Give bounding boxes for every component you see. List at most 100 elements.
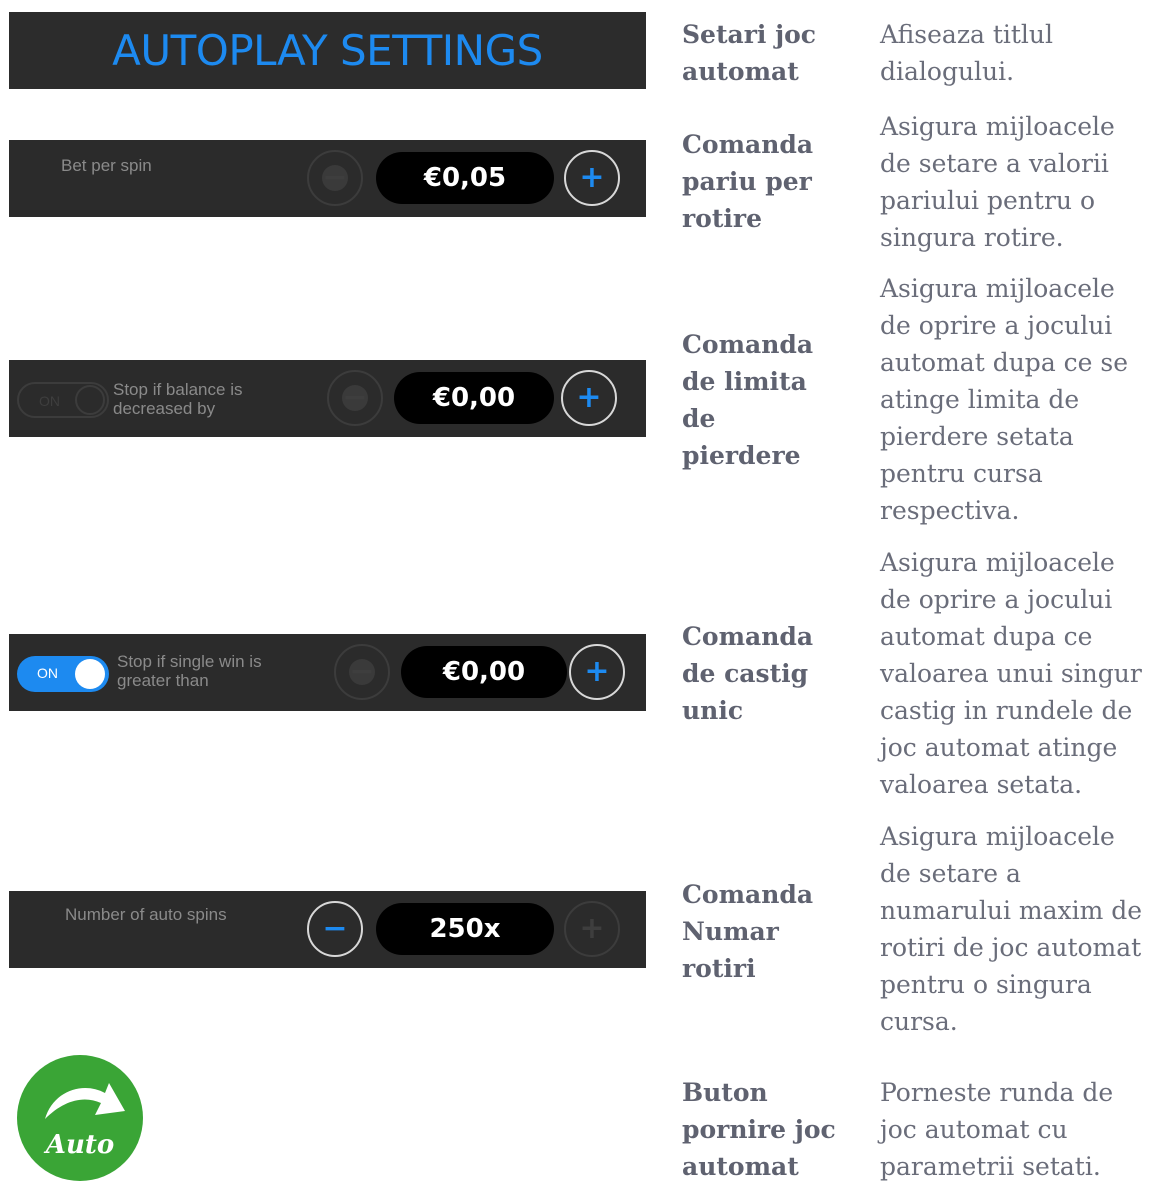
bet-per-spin-label: Bet per spin bbox=[61, 156, 152, 175]
loss-limit-value: €0,00 bbox=[432, 383, 516, 413]
desc-dialog-title: Afiseaza titlul dialogului. bbox=[880, 16, 1165, 90]
term-line: Comanda bbox=[682, 330, 814, 359]
label-line: decreased by bbox=[113, 399, 216, 418]
minus-icon: − bbox=[342, 380, 368, 415]
spins-value-display: 250x bbox=[376, 903, 554, 955]
term-loss-limit: Comanda de limita de pierdere bbox=[682, 326, 862, 474]
desc-auto-spins: Asigura mijloacele de setare a numarului… bbox=[880, 818, 1165, 1040]
term-line: pierdere bbox=[682, 441, 801, 470]
toggle-label: ON bbox=[37, 665, 58, 681]
desc-line: Asigura mijloacele bbox=[880, 822, 1115, 851]
term-auto-spins: Comanda Numar rotiri bbox=[682, 876, 862, 987]
desc-line: de oprire a jocului bbox=[880, 311, 1113, 340]
term-line: de castig bbox=[682, 659, 809, 688]
label-line: Stop if balance is bbox=[113, 380, 243, 399]
single-win-value-display: €0,00 bbox=[401, 646, 567, 698]
term-line: pariu per bbox=[682, 167, 812, 196]
curved-arrow-icon bbox=[45, 1083, 125, 1119]
term-line: rotiri bbox=[682, 954, 756, 983]
desc-bet-per-spin: Asigura mijloacele de setare a valorii p… bbox=[880, 108, 1165, 256]
minus-icon: − bbox=[322, 160, 348, 195]
term-line: de bbox=[682, 404, 716, 433]
term-line: automat bbox=[682, 57, 799, 86]
plus-icon: + bbox=[576, 380, 602, 415]
term-line: rotire bbox=[682, 204, 762, 233]
spins-increase-button[interactable]: + bbox=[564, 901, 620, 957]
dialog-title: AUTOPLAY SETTINGS bbox=[112, 26, 543, 75]
spins-value: 250x bbox=[429, 914, 501, 944]
desc-auto-start: Porneste runda de joc automat cu paramet… bbox=[880, 1074, 1165, 1185]
desc-line: automat dupa ce bbox=[880, 622, 1093, 651]
term-bet-per-spin: Comanda pariu per rotire bbox=[682, 126, 862, 237]
term-line: de limita bbox=[682, 367, 807, 396]
single-win-decrease-button[interactable]: − bbox=[334, 644, 390, 700]
term-line: automat bbox=[682, 1152, 799, 1181]
desc-line: rotiri de joc automat bbox=[880, 933, 1142, 962]
bet-increase-button[interactable]: + bbox=[564, 150, 620, 206]
term-line: Comanda bbox=[682, 130, 814, 159]
desc-line: atinge limita de bbox=[880, 385, 1080, 414]
auto-spins-label: Number of auto spins bbox=[65, 905, 227, 924]
auto-button-label: Auto bbox=[45, 1130, 115, 1160]
desc-line: joc automat atinge bbox=[880, 733, 1118, 762]
bet-per-spin-bar: Bet per spin − €0,05 + bbox=[9, 140, 646, 217]
label-line: greater than bbox=[117, 671, 209, 690]
desc-line: cursa. bbox=[880, 1007, 958, 1036]
toggle-knob bbox=[75, 659, 105, 689]
desc-line: Asigura mijloacele bbox=[880, 274, 1115, 303]
desc-line: castig in rundele de bbox=[880, 696, 1133, 725]
term-line: Buton bbox=[682, 1078, 768, 1107]
desc-line: Porneste runda de bbox=[880, 1078, 1114, 1107]
auto-start-button[interactable]: Auto bbox=[17, 1055, 143, 1181]
desc-line: parametrii setati. bbox=[880, 1152, 1101, 1181]
single-win-value: €0,00 bbox=[442, 657, 526, 687]
desc-line: valoarea unui singur bbox=[880, 659, 1142, 688]
desc-line: pierdere setata bbox=[880, 422, 1074, 451]
single-win-toggle[interactable]: ON bbox=[17, 656, 109, 692]
desc-line: Asigura mijloacele bbox=[880, 548, 1115, 577]
term-line: Setari joc bbox=[682, 20, 817, 49]
desc-line: pentru o singura bbox=[880, 970, 1092, 999]
plus-icon: + bbox=[584, 654, 610, 689]
term-dialog-title: Setari joc automat bbox=[682, 16, 862, 90]
plus-icon: + bbox=[579, 160, 605, 195]
loss-limit-toggle[interactable]: ON bbox=[17, 382, 109, 418]
loss-limit-bar: ON Stop if balance is decreased by − €0,… bbox=[9, 360, 646, 437]
autoplay-settings-title-banner: AUTOPLAY SETTINGS bbox=[9, 12, 646, 89]
desc-line: Afiseaza titlul bbox=[880, 20, 1054, 49]
minus-icon: − bbox=[349, 654, 375, 689]
bet-decrease-button[interactable]: − bbox=[307, 150, 363, 206]
desc-line: pariului pentru o bbox=[880, 186, 1095, 215]
desc-line: respectiva. bbox=[880, 496, 1020, 525]
desc-line: de oprire a jocului bbox=[880, 585, 1113, 614]
desc-line: joc automat cu bbox=[880, 1115, 1068, 1144]
loss-limit-increase-button[interactable]: + bbox=[561, 370, 617, 426]
term-single-win: Comanda de castig unic bbox=[682, 618, 862, 729]
desc-single-win: Asigura mijloacele de oprire a jocului a… bbox=[880, 544, 1165, 803]
desc-line: Asigura mijloacele bbox=[880, 112, 1115, 141]
loss-limit-label: Stop if balance is decreased by bbox=[113, 380, 242, 418]
term-line: pornire joc bbox=[682, 1115, 836, 1144]
term-line: unic bbox=[682, 696, 744, 725]
minus-icon: − bbox=[322, 911, 348, 946]
term-line: Comanda bbox=[682, 622, 814, 651]
bet-value: €0,05 bbox=[423, 163, 507, 193]
toggle-knob bbox=[75, 385, 105, 415]
loss-limit-value-display: €0,00 bbox=[394, 372, 554, 424]
desc-line: numarului maxim de bbox=[880, 896, 1143, 925]
toggle-label: ON bbox=[39, 393, 60, 409]
term-auto-start: Buton pornire joc automat bbox=[682, 1074, 862, 1185]
desc-line: de setare a bbox=[880, 859, 1021, 888]
bet-value-display: €0,05 bbox=[376, 152, 554, 204]
spins-decrease-button[interactable]: − bbox=[307, 901, 363, 957]
desc-line: pentru cursa bbox=[880, 459, 1043, 488]
label-line: Stop if single win is bbox=[117, 652, 262, 671]
single-win-increase-button[interactable]: + bbox=[569, 644, 625, 700]
term-line: Comanda bbox=[682, 880, 814, 909]
plus-icon: + bbox=[579, 911, 605, 946]
loss-limit-decrease-button[interactable]: − bbox=[327, 370, 383, 426]
desc-line: de setare a valorii bbox=[880, 149, 1109, 178]
desc-line: singura rotire. bbox=[880, 223, 1064, 252]
single-win-bar: ON Stop if single win is greater than − … bbox=[9, 634, 646, 711]
single-win-label: Stop if single win is greater than bbox=[117, 652, 262, 690]
